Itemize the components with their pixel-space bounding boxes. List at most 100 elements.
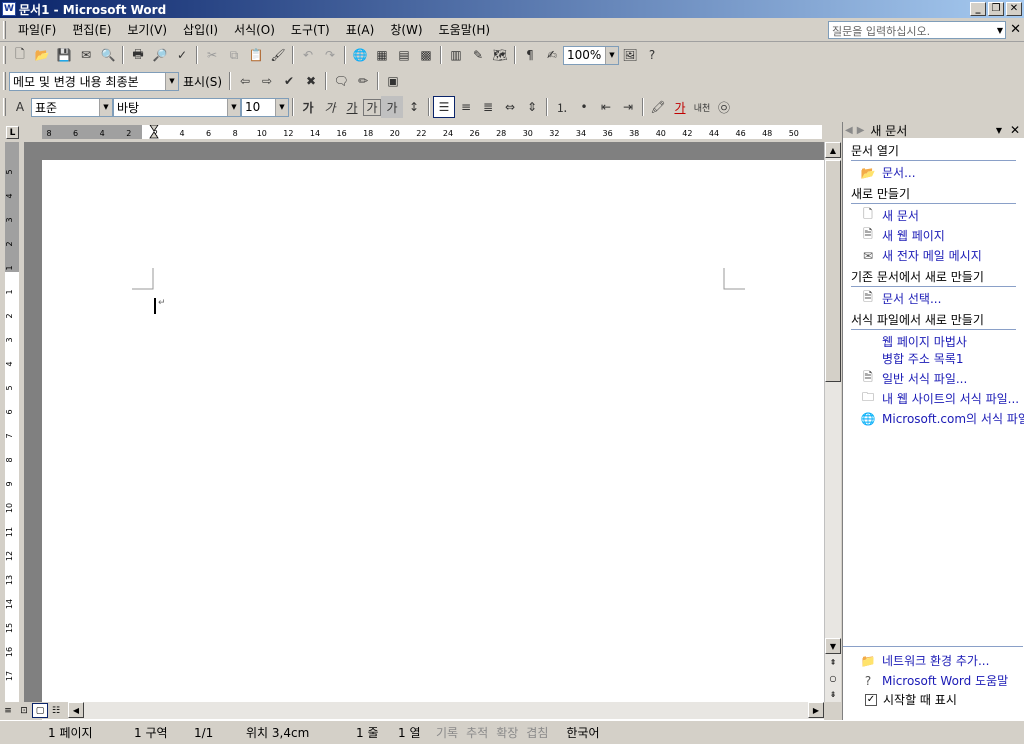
outline-view-icon[interactable]: ☷ xyxy=(48,703,64,718)
previous-page-icon[interactable]: ⇞ xyxy=(825,654,841,670)
font-size-select[interactable]: 10 ▼ xyxy=(241,97,289,117)
print-preview-icon[interactable]: 🔎 xyxy=(149,44,171,66)
microsoft-com-templates-link[interactable]: 🌐 Microsoft.com의 서식 파일 xyxy=(859,410,1024,427)
vertical-ruler[interactable]: 5 4 3 2 1 1 2 3 4 5 6 7 8 9 10 11 12 13 14 15 16 17 xyxy=(0,142,24,702)
tab-selector[interactable]: L xyxy=(6,126,19,139)
status-record-macro[interactable]: 기록 xyxy=(432,724,462,742)
search-file-icon[interactable]: 🔍 xyxy=(97,44,119,66)
styles-formatting-icon[interactable]: A xyxy=(9,96,31,118)
show-hide-icon[interactable]: ¶ xyxy=(519,44,541,66)
scroll-left-icon[interactable]: ◀ xyxy=(68,702,84,718)
character-shading-button[interactable]: 가 xyxy=(381,96,403,118)
status-track-changes[interactable]: 추적 xyxy=(462,724,492,742)
chevron-down-icon[interactable]: ▼ xyxy=(275,98,288,116)
increase-indent-icon[interactable]: ⇥ xyxy=(617,96,639,118)
merge-address-list-link[interactable]: 병합 주소 목록1 xyxy=(882,350,1024,367)
normal-view-icon[interactable]: ≡ xyxy=(0,703,16,718)
document-map-icon[interactable]: 🗺 xyxy=(489,44,511,66)
copy-icon[interactable]: ⧉ xyxy=(223,44,245,66)
undo-icon[interactable]: ↶ xyxy=(297,44,319,66)
add-network-place-link[interactable]: 📁 네트워크 환경 추가... xyxy=(859,652,1023,669)
website-templates-link[interactable]: 🗀 내 웹 사이트의 서식 파일... xyxy=(859,390,1024,407)
underline-button[interactable]: 가 xyxy=(341,96,363,118)
menu-file[interactable]: 파일(F) xyxy=(10,19,64,40)
accept-change-icon[interactable]: ✔ xyxy=(278,70,300,92)
close-button[interactable]: ✕ xyxy=(1006,2,1022,16)
print-icon[interactable]: 🖶 xyxy=(127,44,149,66)
toolbar-grip[interactable] xyxy=(3,46,6,64)
font-select[interactable]: 바탕 ▼ xyxy=(113,97,241,117)
menu-help[interactable]: 도움말(H) xyxy=(431,19,499,40)
menu-tools[interactable]: 도구(T) xyxy=(283,19,338,40)
chevron-down-icon[interactable]: ▼ xyxy=(227,98,240,116)
status-extend[interactable]: 확장 xyxy=(492,724,522,742)
reject-change-icon[interactable]: ✖ xyxy=(300,70,322,92)
insert-table-icon[interactable]: ▤ xyxy=(393,44,415,66)
toolbar-grip[interactable] xyxy=(3,98,6,116)
new-email-link[interactable]: ✉ 새 전자 메일 메시지 xyxy=(859,247,1024,264)
reviewing-pane-icon[interactable]: ▣ xyxy=(382,70,404,92)
align-center-icon[interactable]: ≡ xyxy=(455,96,477,118)
paste-icon[interactable]: 📋 xyxy=(245,44,267,66)
vertical-scrollbar[interactable]: ▲ ▼ ⇞ ○ ⇟ xyxy=(824,142,841,702)
cut-icon[interactable]: ✂ xyxy=(201,44,223,66)
minimize-button[interactable]: _ xyxy=(970,2,986,16)
columns-icon[interactable]: ▥ xyxy=(445,44,467,66)
font-color-button[interactable]: 가 xyxy=(669,96,691,118)
style-select[interactable]: 표준 ▼ xyxy=(31,97,113,117)
menu-format[interactable]: 서식(O) xyxy=(226,19,283,40)
chevron-down-icon[interactable]: ▼ xyxy=(99,98,112,116)
align-right-icon[interactable]: ≣ xyxy=(477,96,499,118)
save-icon[interactable]: 💾 xyxy=(53,44,75,66)
insert-excel-icon[interactable]: ▩ xyxy=(415,44,437,66)
bold-button[interactable]: 가 xyxy=(297,96,319,118)
task-pane-close-icon[interactable]: ✕ xyxy=(1010,123,1020,137)
format-painter-icon[interactable]: 🖌 xyxy=(267,44,289,66)
new-document-icon[interactable]: 🗋 xyxy=(9,44,31,66)
menu-view[interactable]: 보기(V) xyxy=(119,19,175,40)
open-folder-icon[interactable]: 📂 xyxy=(31,44,53,66)
redo-icon[interactable]: ↷ xyxy=(319,44,341,66)
word-help-link[interactable]: ? Microsoft Word 도움말 xyxy=(859,672,1023,689)
decrease-indent-icon[interactable]: ⇤ xyxy=(595,96,617,118)
web-page-wizard-link[interactable]: 웹 페이지 마법사 xyxy=(882,333,1024,350)
track-changes-icon[interactable]: ✏ xyxy=(352,70,374,92)
previous-change-icon[interactable]: ⇦ xyxy=(234,70,256,92)
toolbar-grip[interactable] xyxy=(3,72,6,90)
horizontal-ruler[interactable]: L 86422468101214161820222426283032343638… xyxy=(0,122,842,142)
scroll-right-icon[interactable]: ▶ xyxy=(808,702,824,718)
forward-icon[interactable]: ▶ xyxy=(855,125,867,136)
help-icon[interactable]: ? xyxy=(641,44,663,66)
word-app-icon[interactable]: W xyxy=(2,2,16,16)
numbering-icon[interactable]: ⒈ xyxy=(551,96,573,118)
menu-table[interactable]: 표(A) xyxy=(338,19,383,40)
restore-button[interactable]: ❐ xyxy=(988,2,1004,16)
character-border-button[interactable]: 가 xyxy=(363,98,381,116)
vertical-scroll-thumb[interactable] xyxy=(825,160,841,382)
open-document-link[interactable]: 📂 문서... xyxy=(859,164,1024,181)
distributed-icon[interactable]: ⇔ xyxy=(499,96,521,118)
back-icon[interactable]: ◀ xyxy=(843,125,855,136)
italic-button[interactable]: 가 xyxy=(319,96,341,118)
align-justify-icon[interactable]: ☰ xyxy=(433,96,455,118)
checkmark-icon[interactable]: ✓ xyxy=(865,693,877,706)
highlight-icon[interactable]: 🖍 xyxy=(647,96,669,118)
chevron-down-icon[interactable]: ▼ xyxy=(605,46,618,64)
hyperlink-icon[interactable]: 🌐 xyxy=(349,44,371,66)
choose-document-link[interactable]: 🗎 문서 선택... xyxy=(859,290,1024,307)
status-overtype[interactable]: 겹침 xyxy=(522,724,552,742)
chevron-down-icon[interactable]: ▼ xyxy=(994,22,1006,38)
menu-window[interactable]: 창(W) xyxy=(382,19,430,40)
document-page[interactable]: ↵ xyxy=(42,160,824,720)
print-layout-icon[interactable]: ▢ xyxy=(32,703,48,718)
general-templates-link[interactable]: 🗎 일반 서식 파일... xyxy=(859,370,1024,387)
help-question-input[interactable]: 질문을 입력하십시오. xyxy=(828,21,1006,39)
line-spacing-icon[interactable]: ⇕ xyxy=(521,96,543,118)
ink-icon[interactable]: ✍ xyxy=(541,44,563,66)
spelling-icon[interactable]: ✓ xyxy=(171,44,193,66)
display-for-review-select[interactable]: 메모 및 변경 내용 최종본 ▼ xyxy=(9,71,179,91)
show-at-startup-checkbox[interactable]: ✓ 시작할 때 표시 xyxy=(865,691,1023,708)
character-scale-icon[interactable]: ↕ xyxy=(403,96,425,118)
zoom-select[interactable]: 100% ▼ xyxy=(563,45,619,65)
scroll-up-icon[interactable]: ▲ xyxy=(825,142,841,158)
